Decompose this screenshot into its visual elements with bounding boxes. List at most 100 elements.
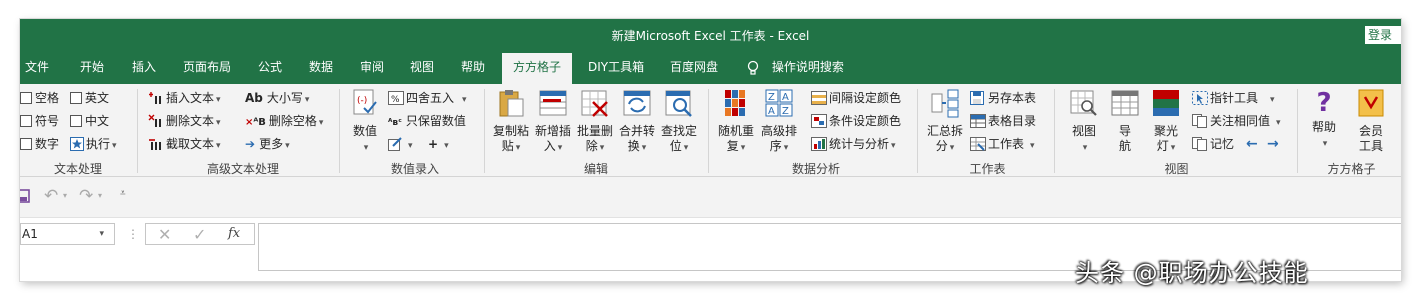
tab-file[interactable]: 文件 — [25, 50, 49, 84]
numeric-button[interactable]: (-) 数值 ▾ — [347, 88, 383, 156]
svg-text:(-): (-) — [357, 96, 367, 106]
customize-qat-icon[interactable]: ⩡ — [120, 188, 126, 199]
arrow-right-icon: ➔ — [245, 137, 256, 151]
name-box[interactable]: A1 ▾ — [20, 223, 115, 245]
focus-same-value-button[interactable]: 关注相同值 ▾ — [1192, 113, 1281, 132]
chevron-down-icon: ▾ — [304, 95, 310, 105]
checkbox-symbol[interactable]: 符号 — [20, 113, 59, 129]
interval-color-button[interactable]: 间隔设定颜色 — [811, 90, 901, 109]
tab-home[interactable]: 开始 — [80, 50, 104, 84]
insert-function-icon[interactable]: fx — [228, 226, 240, 241]
table-directory-button[interactable]: 表格目录 — [970, 113, 1036, 132]
tab-baidu-netdisk[interactable]: 百度网盘 — [670, 50, 718, 84]
random-repeat-button[interactable]: 随机重复 ▾ — [716, 88, 756, 156]
execute-button[interactable]: 执行 ▾ — [70, 136, 117, 155]
navigation-button[interactable]: 导航 — [1108, 88, 1142, 154]
plus-button[interactable]: + ▾ — [428, 136, 449, 154]
merge-convert-icon — [617, 88, 657, 122]
help-button[interactable]: ? 帮助 ▾ — [1304, 88, 1344, 152]
pointer-tool-button[interactable]: 指针工具 ▾ — [1192, 90, 1275, 109]
group-label-value-entry: 数值录入 — [390, 162, 439, 176]
spotlight-button[interactable]: 聚光灯 ▾ — [1146, 88, 1186, 156]
worksheet-button[interactable]: 工作表 ▾ — [970, 136, 1035, 155]
round-button[interactable]: % 四舍五入 ▾ — [388, 90, 467, 109]
chevron-down-icon: ▾ — [557, 143, 563, 153]
checkbox-chinese[interactable]: 中文 — [70, 113, 109, 129]
cancel-icon[interactable]: ✕ — [158, 225, 171, 244]
chevron-down-icon: ▾ — [285, 141, 290, 151]
insert-text-button[interactable]: 插入文本 ▾ — [148, 90, 221, 109]
checkbox-english[interactable]: 英文 — [70, 90, 109, 106]
chevron-down-icon: ▾ — [683, 143, 689, 153]
insert-new-button[interactable]: 新增插入 ▾ — [533, 88, 573, 156]
login-button[interactable]: 登录 — [1365, 26, 1401, 44]
tab-review[interactable]: 审阅 — [360, 50, 384, 84]
fill-edit-button[interactable]: ▾ — [388, 136, 413, 155]
title-bar: 新建Microsoft Excel 工作表 - Excel 登录 — [20, 19, 1401, 50]
member-tools-icon — [1351, 88, 1391, 122]
group-divider — [708, 89, 709, 173]
group-label-text: 文本处理 — [53, 162, 102, 176]
chevron-down-icon: ▾ — [1030, 141, 1035, 151]
chevron-down-icon: ▾ — [1276, 118, 1281, 128]
chevron-down-icon: ▾ — [891, 141, 896, 151]
case-button[interactable]: Ab 大小写 ▾ — [245, 90, 309, 108]
redo-icon[interactable]: ↷ — [79, 186, 93, 206]
checkbox-space[interactable]: 空格 — [20, 90, 59, 106]
group-divider — [339, 89, 340, 173]
tab-formulas[interactable]: 公式 — [258, 50, 282, 84]
plus-icon: + — [428, 137, 439, 151]
svg-text:Z: Z — [768, 92, 775, 103]
tab-fangfanggezi[interactable]: 方方格子 — [502, 53, 573, 84]
tab-help[interactable]: 帮助 — [461, 50, 485, 84]
forward-arrow-button[interactable]: → — [1267, 136, 1279, 152]
back-arrow-button[interactable]: ← — [1246, 136, 1258, 152]
memory-icon — [1192, 137, 1208, 155]
conditional-color-icon — [811, 114, 827, 132]
group-divider — [484, 89, 485, 173]
tab-diy-toolbox[interactable]: DIY工具箱 — [588, 50, 644, 84]
svg-text:A: A — [782, 92, 789, 103]
copy-paste-button[interactable]: 复制粘贴 ▾ — [491, 88, 531, 156]
enter-check-icon[interactable]: ✓ — [193, 225, 206, 244]
keep-values-button[interactable]: ᴬʙᶜ 只保留数值 — [388, 113, 466, 131]
undo-dropdown-icon[interactable]: ▾ — [63, 191, 67, 200]
delete-text-button[interactable]: 删除文本 ▾ — [148, 113, 221, 132]
delete-space-button[interactable]: ×ᴬB 删除空格 ▾ — [245, 113, 323, 131]
star-execute-icon — [70, 137, 84, 155]
tab-page-layout[interactable]: 页面布局 — [183, 50, 231, 84]
lightbulb-icon — [746, 60, 760, 75]
batch-delete-button[interactable]: 批量删除 ▾ — [575, 88, 615, 156]
chevron-down-icon: ▾ — [515, 143, 521, 153]
save-icon[interactable] — [20, 189, 30, 206]
view-button[interactable]: 视图 ▾ — [1064, 88, 1104, 156]
quick-access-toolbar: ↶ ▾ ↷ ▾ ⩡ — [20, 177, 1401, 217]
undo-icon[interactable]: ↶ — [44, 186, 58, 206]
chevron-down-icon: ▾ — [408, 141, 413, 151]
tab-search-help[interactable]: 操作说明搜索 — [746, 50, 844, 84]
chevron-down-icon: ▾ — [949, 143, 955, 153]
summary-split-button[interactable]: 汇总拆分 ▾ — [925, 88, 965, 156]
save-sheet-as-button[interactable]: 另存本表 — [970, 90, 1036, 109]
tab-view[interactable]: 视图 — [410, 50, 434, 84]
extract-text-button[interactable]: 截取文本 ▾ — [148, 136, 221, 155]
conditional-color-button[interactable]: 条件设定颜色 — [811, 113, 901, 132]
tab-insert[interactable]: 插入 — [132, 50, 156, 84]
more-options-icon[interactable]: ⋮ — [127, 227, 139, 241]
find-locate-button[interactable]: 查找定位 ▾ — [659, 88, 699, 156]
svg-text:Z: Z — [782, 106, 789, 117]
statistics-analysis-button[interactable]: 统计与分析 ▾ — [811, 136, 896, 155]
more-button[interactable]: ➔ 更多 ▾ — [245, 136, 290, 154]
delete-text-icon — [148, 114, 164, 132]
clipboard-icon — [491, 88, 531, 122]
chevron-down-icon: ▾ — [740, 143, 746, 153]
member-tools-button[interactable]: 会员 工具 — [1351, 88, 1391, 154]
merge-convert-button[interactable]: 合并转换 ▾ — [617, 88, 657, 156]
checkbox-number[interactable]: 数字 — [20, 136, 59, 152]
tab-data[interactable]: 数据 — [309, 50, 333, 84]
redo-dropdown-icon[interactable]: ▾ — [98, 191, 102, 200]
advanced-sort-button[interactable]: ZAAZ 高级排序 ▾ — [759, 88, 799, 156]
memory-button[interactable]: 记忆 — [1192, 136, 1234, 155]
worksheet-icon — [970, 137, 986, 155]
ribbon-tab-bar: 文件 开始 插入 页面布局 公式 数据 审阅 视图 帮助 方方格子 DIY工具箱… — [20, 50, 1401, 84]
